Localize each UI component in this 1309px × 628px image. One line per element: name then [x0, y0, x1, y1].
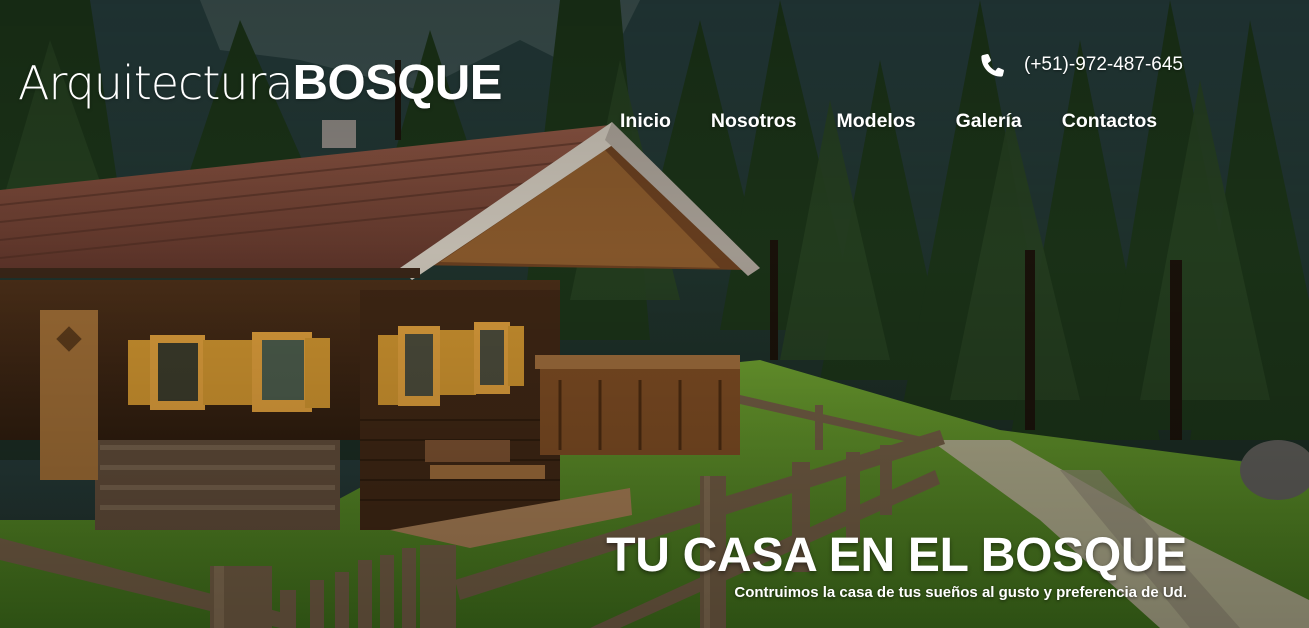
logo-bold-text: BOSQUE	[292, 56, 503, 110]
phone-number: (+51)-972-487-645	[1024, 54, 1183, 75]
phone-contact[interactable]: (+51)-972-487-645	[978, 50, 1183, 80]
nav-item-modelos[interactable]: Modelos	[837, 110, 916, 133]
nav-item-inicio[interactable]: Inicio	[620, 110, 671, 133]
hero-section: ArquitecturaBOSQUE (+51)-972-487-645 Ini…	[0, 0, 1309, 628]
nav-item-contactos[interactable]: Contactos	[1062, 110, 1157, 133]
main-navigation: Inicio Nosotros Modelos Galería Contacto…	[620, 110, 1157, 133]
hero-subtitle: Contruimos la casa de tus sueños al gust…	[734, 584, 1187, 601]
site-logo[interactable]: ArquitecturaBOSQUE	[18, 54, 503, 112]
nav-item-nosotros[interactable]: Nosotros	[711, 110, 797, 133]
hero-title: TU CASA EN EL BOSQUE	[606, 529, 1187, 582]
nav-item-galeria[interactable]: Galería	[956, 110, 1022, 133]
phone-icon	[981, 54, 1004, 77]
logo-light-text: Arquitectura	[18, 56, 294, 110]
